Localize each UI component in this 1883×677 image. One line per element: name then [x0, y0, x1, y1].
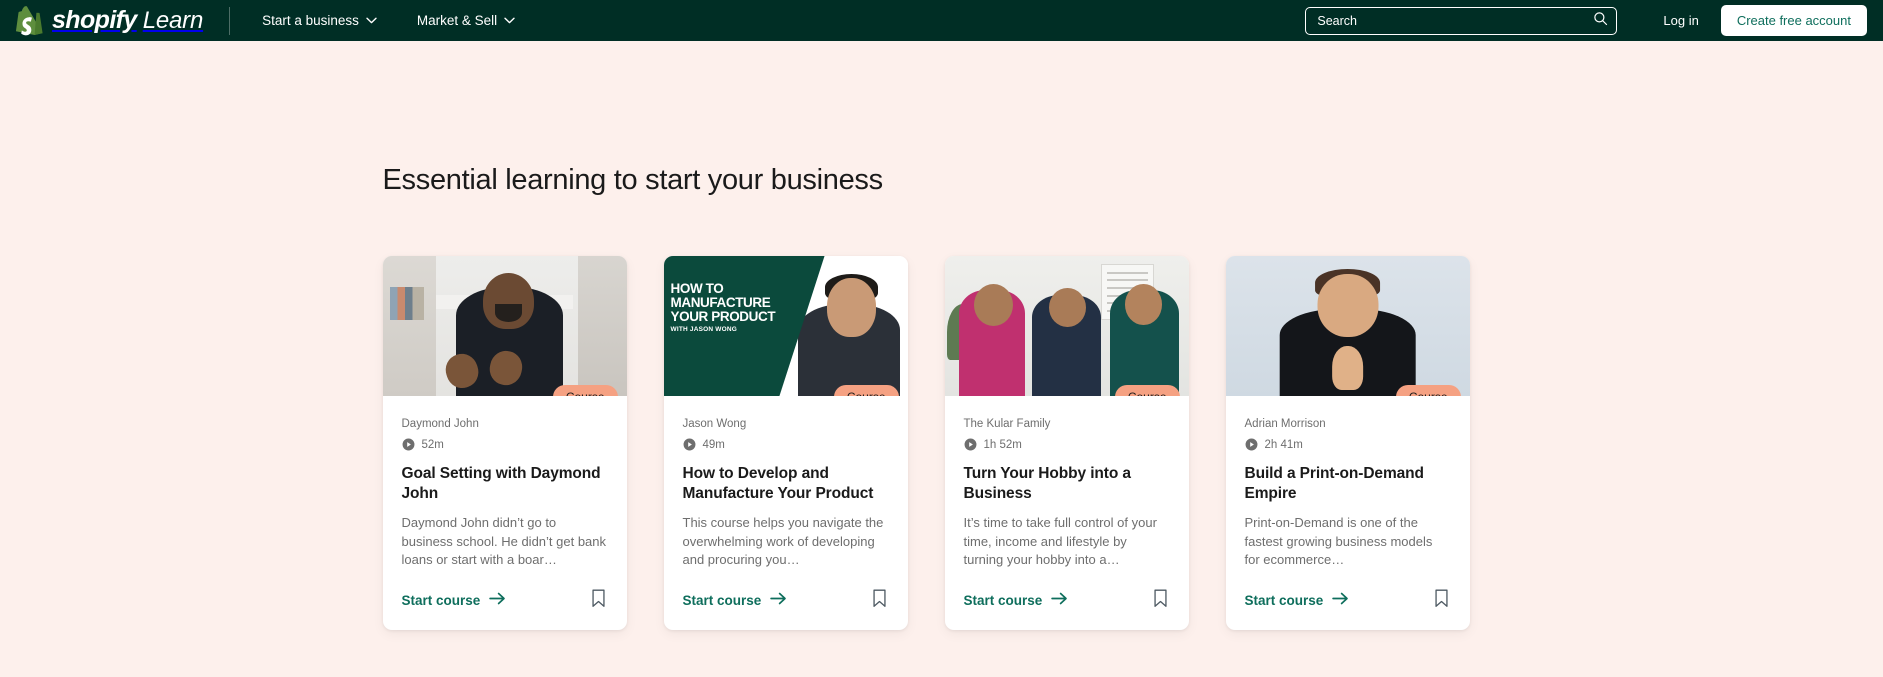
- page-title: Essential learning to start your busines…: [382, 164, 884, 196]
- card-description: It’s time to take full control of your t…: [963, 514, 1157, 568]
- chevron-down-icon: [504, 17, 515, 24]
- brand-name-learn: Learn: [142, 7, 204, 34]
- card-body: Jason Wong 49m How to Develop and Manufa…: [664, 396, 908, 630]
- bookmark-icon: [1153, 589, 1168, 611]
- play-circle-icon: [964, 438, 977, 451]
- start-course-label: Start course: [401, 592, 481, 608]
- start-course-link[interactable]: Start course: [402, 592, 507, 608]
- adrian-morrison-portrait-image: [1225, 256, 1470, 396]
- status-badge: Course: [552, 385, 618, 396]
- nav-item-label: Start a business: [262, 13, 359, 28]
- header-actions: Log in Create free account: [1305, 5, 1867, 36]
- search-box[interactable]: [1305, 6, 1618, 35]
- card-title: Goal Setting with Daymond John: [401, 465, 601, 502]
- bookmark-icon: [1434, 589, 1449, 611]
- card-duration: 52m: [402, 438, 608, 451]
- card-title: Build a Print-on-Demand Empire: [1244, 465, 1425, 502]
- thumbnail-title-line-2: MANUFACTURE: [670, 294, 771, 310]
- content-container: Essential learning to start your busines…: [382, 41, 1502, 631]
- bookmark-button[interactable]: [1151, 587, 1170, 613]
- nav-item-market-and-sell[interactable]: Market & Sell: [417, 13, 515, 28]
- card-description: This course helps you navigate the overw…: [682, 514, 884, 568]
- card-duration-label: 52m: [421, 438, 444, 451]
- card-body: The Kular Family 1h 52m Turn Your Hobby …: [945, 396, 1189, 630]
- nav-item-label: Market & Sell: [416, 13, 498, 28]
- course-card[interactable]: HOW TO MANUFACTURE YOUR PRODUCT WITH JAS…: [663, 256, 908, 631]
- start-course-link[interactable]: Start course: [1245, 592, 1350, 608]
- card-author: Daymond John: [401, 418, 479, 430]
- start-course-link[interactable]: Start course: [964, 592, 1069, 608]
- brand-logo-link[interactable]: shopify Learn: [14, 0, 223, 41]
- bookmark-icon: [872, 589, 887, 611]
- card-footer: Start course: [964, 587, 1170, 613]
- arrow-right-icon: [1051, 592, 1068, 608]
- card-title: Turn Your Hobby into a Business: [963, 465, 1132, 502]
- thumbnail-title-line-4: WITH JASON WONG: [670, 326, 738, 334]
- start-course-label: Start course: [963, 592, 1043, 608]
- card-thumbnail: HOW TO MANUFACTURE YOUR PRODUCT WITH JAS…: [663, 256, 908, 396]
- course-card[interactable]: Course Adrian Morrison 2h 41m Build a: [1225, 256, 1470, 631]
- card-author: The Kular Family: [963, 418, 1051, 430]
- start-course-label: Start course: [682, 592, 762, 608]
- login-link[interactable]: Log in: [1641, 13, 1720, 28]
- thumbnail-title-text: HOW TO MANUFACTURE YOUR PRODUCT WITH JAS…: [671, 282, 813, 334]
- thumbnail-title-line-3: YOUR PRODUCT: [670, 308, 776, 324]
- card-footer: Start course: [402, 587, 608, 613]
- status-badge: Course: [1395, 385, 1461, 396]
- play-circle-icon: [1245, 438, 1258, 451]
- card-duration-label: 2h 41m: [1264, 438, 1303, 451]
- start-course-link[interactable]: Start course: [683, 592, 788, 608]
- primary-nav: Start a business Market & Sell: [262, 13, 515, 28]
- card-duration-label: 49m: [702, 438, 725, 451]
- card-footer: Start course: [1245, 587, 1451, 613]
- arrow-right-icon: [489, 592, 506, 608]
- site-header: shopify Learn Start a business Market & …: [0, 0, 1883, 41]
- search-input[interactable]: [1317, 13, 1594, 28]
- create-free-account-button[interactable]: Create free account: [1720, 5, 1867, 36]
- header-divider: [229, 6, 231, 35]
- card-title: How to Develop and Manufacture Your Prod…: [682, 465, 874, 502]
- card-footer: Start course: [683, 587, 889, 613]
- play-circle-icon: [683, 438, 696, 451]
- kular-family-portrait-image: [944, 256, 1189, 396]
- bookmark-button[interactable]: [589, 587, 608, 613]
- card-body: Daymond John 52m Goal Setting with Daymo…: [383, 396, 627, 630]
- card-description: Print-on-Demand is one of the fastest gr…: [1244, 514, 1433, 568]
- card-description: Daymond John didn’t go to business schoo…: [401, 514, 607, 568]
- bookmark-button[interactable]: [870, 587, 889, 613]
- nav-item-start-a-business[interactable]: Start a business: [262, 13, 377, 28]
- card-body: Adrian Morrison 2h 41m Build a Print-on-…: [1226, 396, 1470, 630]
- chevron-down-icon: [366, 17, 377, 24]
- brand-name-shopify: shopify: [52, 6, 137, 34]
- arrow-right-icon: [770, 592, 787, 608]
- course-card[interactable]: Course Daymond John 52m Goal Setting w: [382, 256, 627, 631]
- bookmark-button[interactable]: [1432, 587, 1451, 613]
- card-duration: 2h 41m: [1245, 438, 1451, 451]
- how-to-manufacture-your-product-title-card-image: HOW TO MANUFACTURE YOUR PRODUCT WITH JAS…: [663, 256, 908, 396]
- shopify-bag-logo-icon: [14, 4, 44, 38]
- play-circle-icon: [402, 438, 415, 451]
- arrow-right-icon: [1332, 592, 1349, 608]
- bookmark-icon: [591, 589, 606, 611]
- main-content: Essential learning to start your busines…: [0, 41, 1883, 631]
- card-thumbnail: Course: [944, 256, 1189, 396]
- search-icon[interactable]: [1593, 11, 1608, 31]
- card-author: Adrian Morrison: [1244, 418, 1326, 430]
- card-author: Jason Wong: [682, 418, 747, 430]
- daymond-john-portrait-image: [382, 256, 627, 396]
- course-card-grid: Course Daymond John 52m Goal Setting w: [382, 256, 1502, 631]
- card-thumbnail: Course: [382, 256, 627, 396]
- status-badge: Course: [1114, 385, 1180, 396]
- course-card[interactable]: Course The Kular Family 1h 52m Turn Yo: [944, 256, 1189, 631]
- start-course-label: Start course: [1244, 592, 1324, 608]
- card-duration: 1h 52m: [964, 438, 1170, 451]
- card-duration: 49m: [683, 438, 889, 451]
- brand-wordmark: shopify Learn: [52, 6, 203, 35]
- status-badge: Course: [833, 385, 899, 396]
- card-thumbnail: Course: [1225, 256, 1470, 396]
- thumbnail-title-line-1: HOW TO: [670, 281, 724, 296]
- card-duration-label: 1h 52m: [983, 438, 1022, 451]
